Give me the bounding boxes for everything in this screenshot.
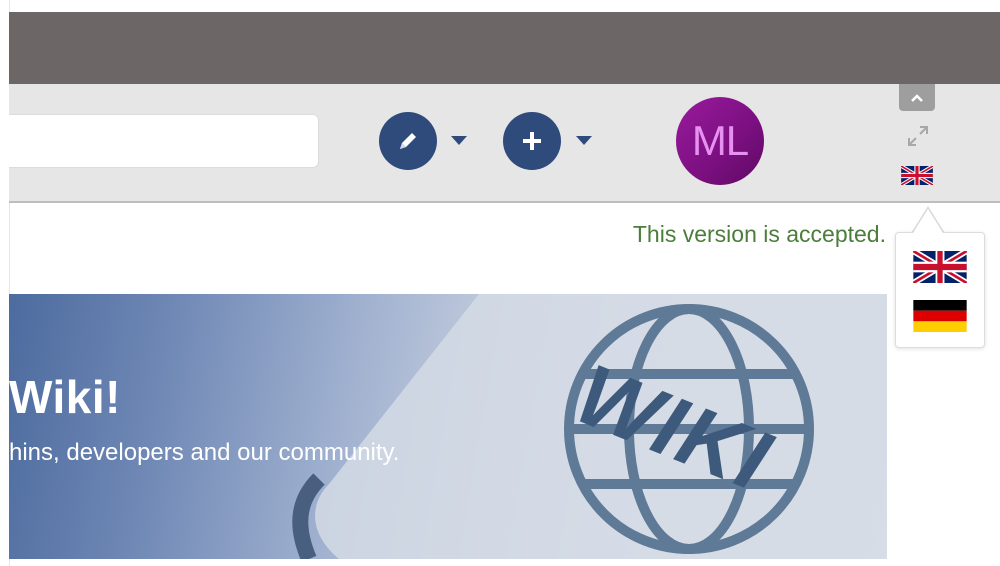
add-dropdown-caret[interactable] — [576, 136, 592, 145]
avatar-initials: ML — [691, 117, 749, 164]
edit-button[interactable] — [379, 112, 437, 170]
expand-icon[interactable] — [906, 124, 930, 148]
popover-arrow-fill — [913, 209, 943, 233]
language-option-english-flag-icon[interactable] — [913, 251, 967, 283]
pencil-icon — [400, 133, 416, 149]
version-status-text: This version is accepted. — [632, 221, 886, 247]
plus-icon — [523, 132, 541, 150]
top-header-bar — [9, 12, 1000, 84]
search-input[interactable] — [9, 114, 319, 168]
language-option-german-flag-icon[interactable] — [913, 300, 967, 332]
hero-banner: WIKI Wiki! hins, developers and our comm… — [9, 294, 887, 559]
collapse-toolbar-button[interactable] — [899, 84, 935, 111]
user-avatar[interactable]: ML — [676, 97, 764, 185]
edit-dropdown-caret[interactable] — [451, 136, 467, 145]
chevron-up-icon — [911, 93, 923, 102]
banner-title: Wiki! — [9, 371, 121, 423]
uk-flag-icon[interactable] — [901, 166, 933, 185]
add-button[interactable] — [503, 112, 561, 170]
banner-subtitle: hins, developers and our community. — [9, 439, 400, 466]
